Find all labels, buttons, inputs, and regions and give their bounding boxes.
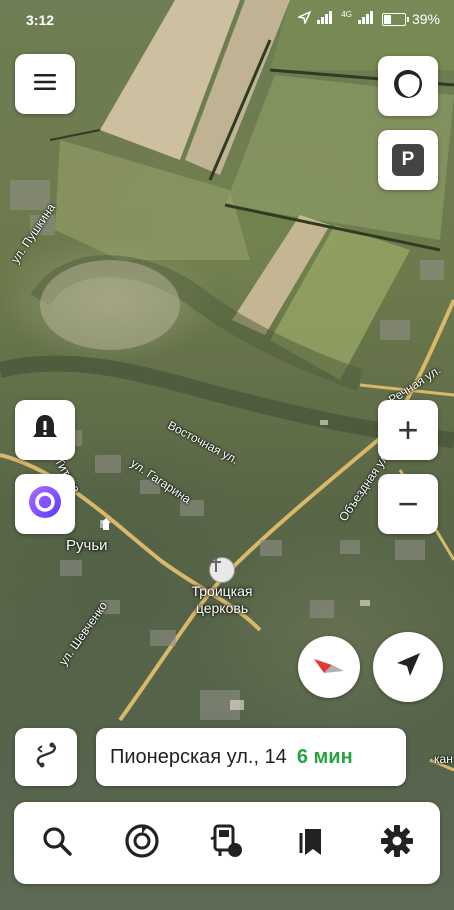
bookmarks-icon [297,825,327,862]
navigator-icon [124,823,160,864]
route-button[interactable] [15,728,77,786]
status-bar: 3:12 4G 39% [0,0,454,40]
battery-fill [383,14,391,24]
settings-gear-icon [380,824,414,863]
poi-name-line2: церковь [195,600,249,616]
church-poi-icon[interactable] [209,557,235,583]
route-icon [32,741,60,774]
zoom-in-button[interactable]: + [378,400,438,460]
menu-button[interactable] [15,54,75,114]
locality-label: Ручьи [66,537,108,554]
parking-button[interactable]: P [378,130,438,190]
battery-percent: 39% [411,11,440,27]
location-status-icon [296,10,312,27]
hamburger-menu-icon [34,73,56,95]
street-label-edge: кан [434,752,453,766]
locality-marker-icon [99,517,113,531]
bottom-tab-bar [14,802,440,884]
compass-icon [312,655,346,680]
road-event-warning-icon [30,413,60,448]
status-time: 3:12 [26,12,55,28]
church-poi-label[interactable]: Троицкая церковь [182,583,262,617]
my-location-button[interactable] [373,632,443,702]
tab-navigator[interactable] [112,813,172,873]
road-event-button[interactable] [15,400,75,460]
tab-search[interactable] [27,813,87,873]
status-icons: 4G 39% [296,9,440,27]
my-location-arrow-icon [394,651,422,684]
tab-settings[interactable] [367,813,427,873]
network-type-badge: 4G [341,9,352,19]
transport-icon [209,823,245,864]
map-layers-button[interactable] [378,56,438,116]
battery-icon [381,12,409,26]
route-eta: 6 мин [296,745,353,768]
zoom-out-button[interactable]: − [378,474,438,534]
signal-icon-2 [357,11,376,27]
search-icon [41,825,73,862]
zoom-out-icon: − [397,483,419,524]
tab-transport[interactable] [197,813,257,873]
route-card[interactable]: Пионерская ул., 14 6 мин [96,728,406,786]
zoom-in-icon: + [397,409,419,450]
map-layers-icon [391,67,425,106]
tab-bookmarks[interactable] [282,813,342,873]
signal-icon [317,11,335,27]
alice-assistant-icon [27,484,63,525]
alice-assistant-button[interactable] [15,474,75,534]
compass-button[interactable] [298,636,360,698]
route-address: Пионерская ул., 14 [110,745,287,768]
poi-name-line1: Троицкая [191,583,253,599]
parking-icon: P [392,144,424,176]
